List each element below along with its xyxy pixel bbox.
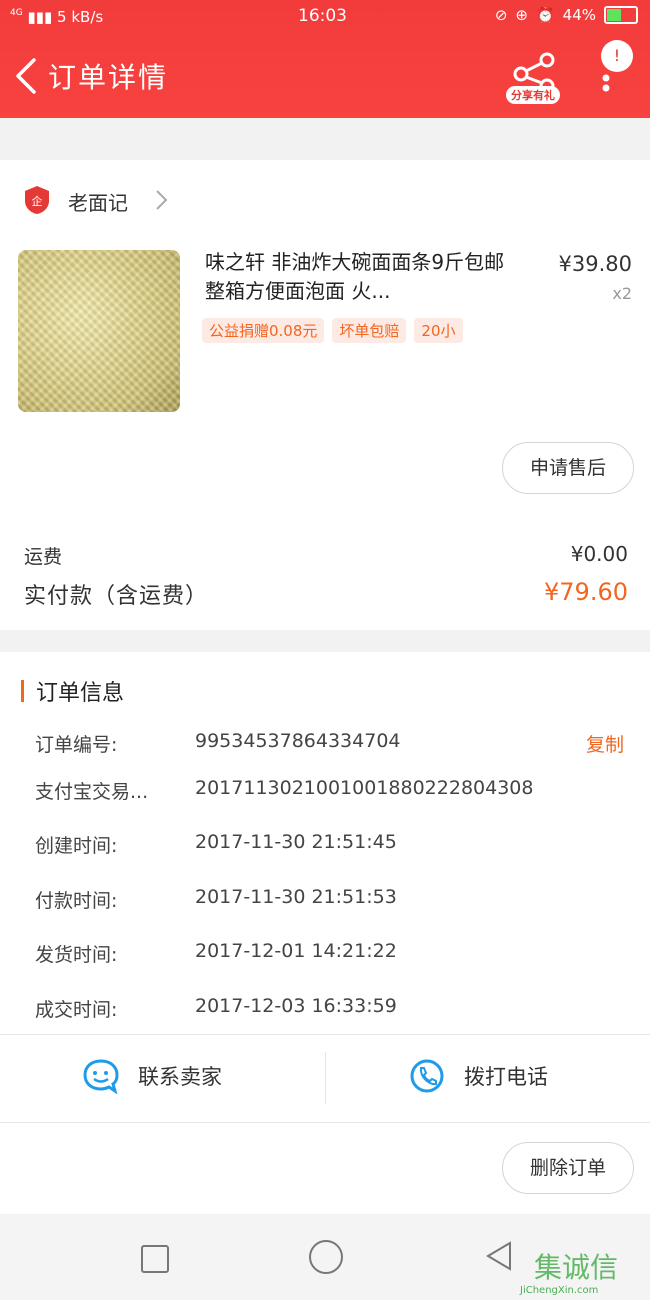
battery-icon (604, 6, 638, 24)
back-nav-icon[interactable] (484, 1240, 514, 1272)
product-image[interactable] (18, 250, 180, 412)
completed-time-label: 成交时间: (35, 999, 118, 1021)
shipped-time-value: 2017-12-01 14:21:22 (195, 940, 397, 962)
battery-percent: 44% (562, 6, 596, 24)
contact-seller-label: 联系卖家 (138, 1065, 222, 1089)
product-price: ¥39.80 (558, 252, 632, 276)
back-icon[interactable] (12, 56, 40, 96)
network-status: 4G ▮▮▮ 5 kB/s (10, 8, 103, 26)
shop-icon: 企 (25, 186, 49, 214)
shop-name[interactable]: 老面记 (68, 187, 128, 216)
order-info-title: 订单信息 (36, 681, 125, 706)
watermark-url: JiChengXin.com (520, 1285, 599, 1296)
shipping-label: 运费 (24, 546, 63, 568)
order-number-value: 99534537864334704 (195, 730, 401, 752)
notification-badge[interactable]: ! (601, 40, 633, 72)
recents-icon[interactable] (141, 1245, 169, 1273)
home-icon[interactable] (309, 1240, 343, 1274)
actual-payment-label: 实付款（含运费） (24, 584, 209, 609)
created-time-value: 2017-11-30 21:51:45 (195, 831, 397, 853)
phone-icon (410, 1059, 444, 1093)
tag-donation: 公益捐赠0.08元 (202, 318, 325, 343)
paid-time-label: 付款时间: (35, 890, 118, 912)
copy-button[interactable]: 复制 (586, 730, 624, 757)
actual-payment-value: ¥79.60 (544, 578, 628, 606)
call-phone-label: 拨打电话 (464, 1065, 548, 1089)
call-phone-button[interactable]: 拨打电话 (408, 1058, 548, 1094)
shipping-value: ¥0.00 (570, 542, 628, 566)
status-bar: 4G ▮▮▮ 5 kB/s 16:03 ⊘ ⊕ ⏰ 44% (0, 0, 650, 34)
signal-icon: ▮▮▮ (27, 8, 53, 26)
shipped-time-label: 发货时间: (35, 944, 118, 966)
tag-hours: 20小 (414, 318, 463, 343)
network-speed: 5 kB/s (57, 8, 104, 26)
status-icons: ⊘ ⊕ ⏰ 44% (495, 6, 638, 24)
product-quantity: x2 (612, 284, 632, 303)
section-accent-bar (21, 680, 24, 702)
svg-text:企: 企 (32, 194, 43, 208)
watermark: 集诚信 (534, 1251, 619, 1284)
share-reward-label[interactable]: 分享有礼 (506, 86, 560, 104)
alarm-icon: ⏰ (535, 6, 555, 24)
after-sale-button[interactable]: 申请售后 (502, 442, 634, 494)
mute-icon: ⊘ (494, 6, 508, 24)
delete-order-button[interactable]: 删除订单 (502, 1142, 634, 1194)
order-number-label: 订单编号: (35, 734, 118, 756)
network-type: 4G (10, 8, 23, 18)
contact-seller-button[interactable]: 联系卖家 (82, 1058, 222, 1094)
completed-time-value: 2017-12-03 16:33:59 (195, 995, 397, 1017)
alipay-trade-value: 2017113021001001880222804308 (195, 777, 534, 799)
paid-time-value: 2017-11-30 21:51:53 (195, 886, 397, 908)
divider (0, 1034, 650, 1035)
chevron-right-icon[interactable] (152, 188, 170, 212)
page-title: 订单详情 (48, 61, 169, 94)
lock-icon: ⊕ (515, 6, 528, 24)
product-tags: 公益捐赠0.08元 坏单包赔 20小 (202, 318, 463, 343)
product-title[interactable]: 味之轩 非油炸大碗面面条9斤包邮整箱方便面泡面 火... (205, 248, 515, 306)
action-divider (325, 1052, 326, 1104)
tag-guarantee: 坏单包赔 (332, 318, 407, 343)
divider (0, 1122, 650, 1123)
chat-icon (83, 1059, 119, 1094)
created-time-label: 创建时间: (35, 835, 118, 857)
clock: 16:03 (298, 6, 347, 26)
alipay-trade-label: 支付宝交易... (35, 781, 149, 803)
